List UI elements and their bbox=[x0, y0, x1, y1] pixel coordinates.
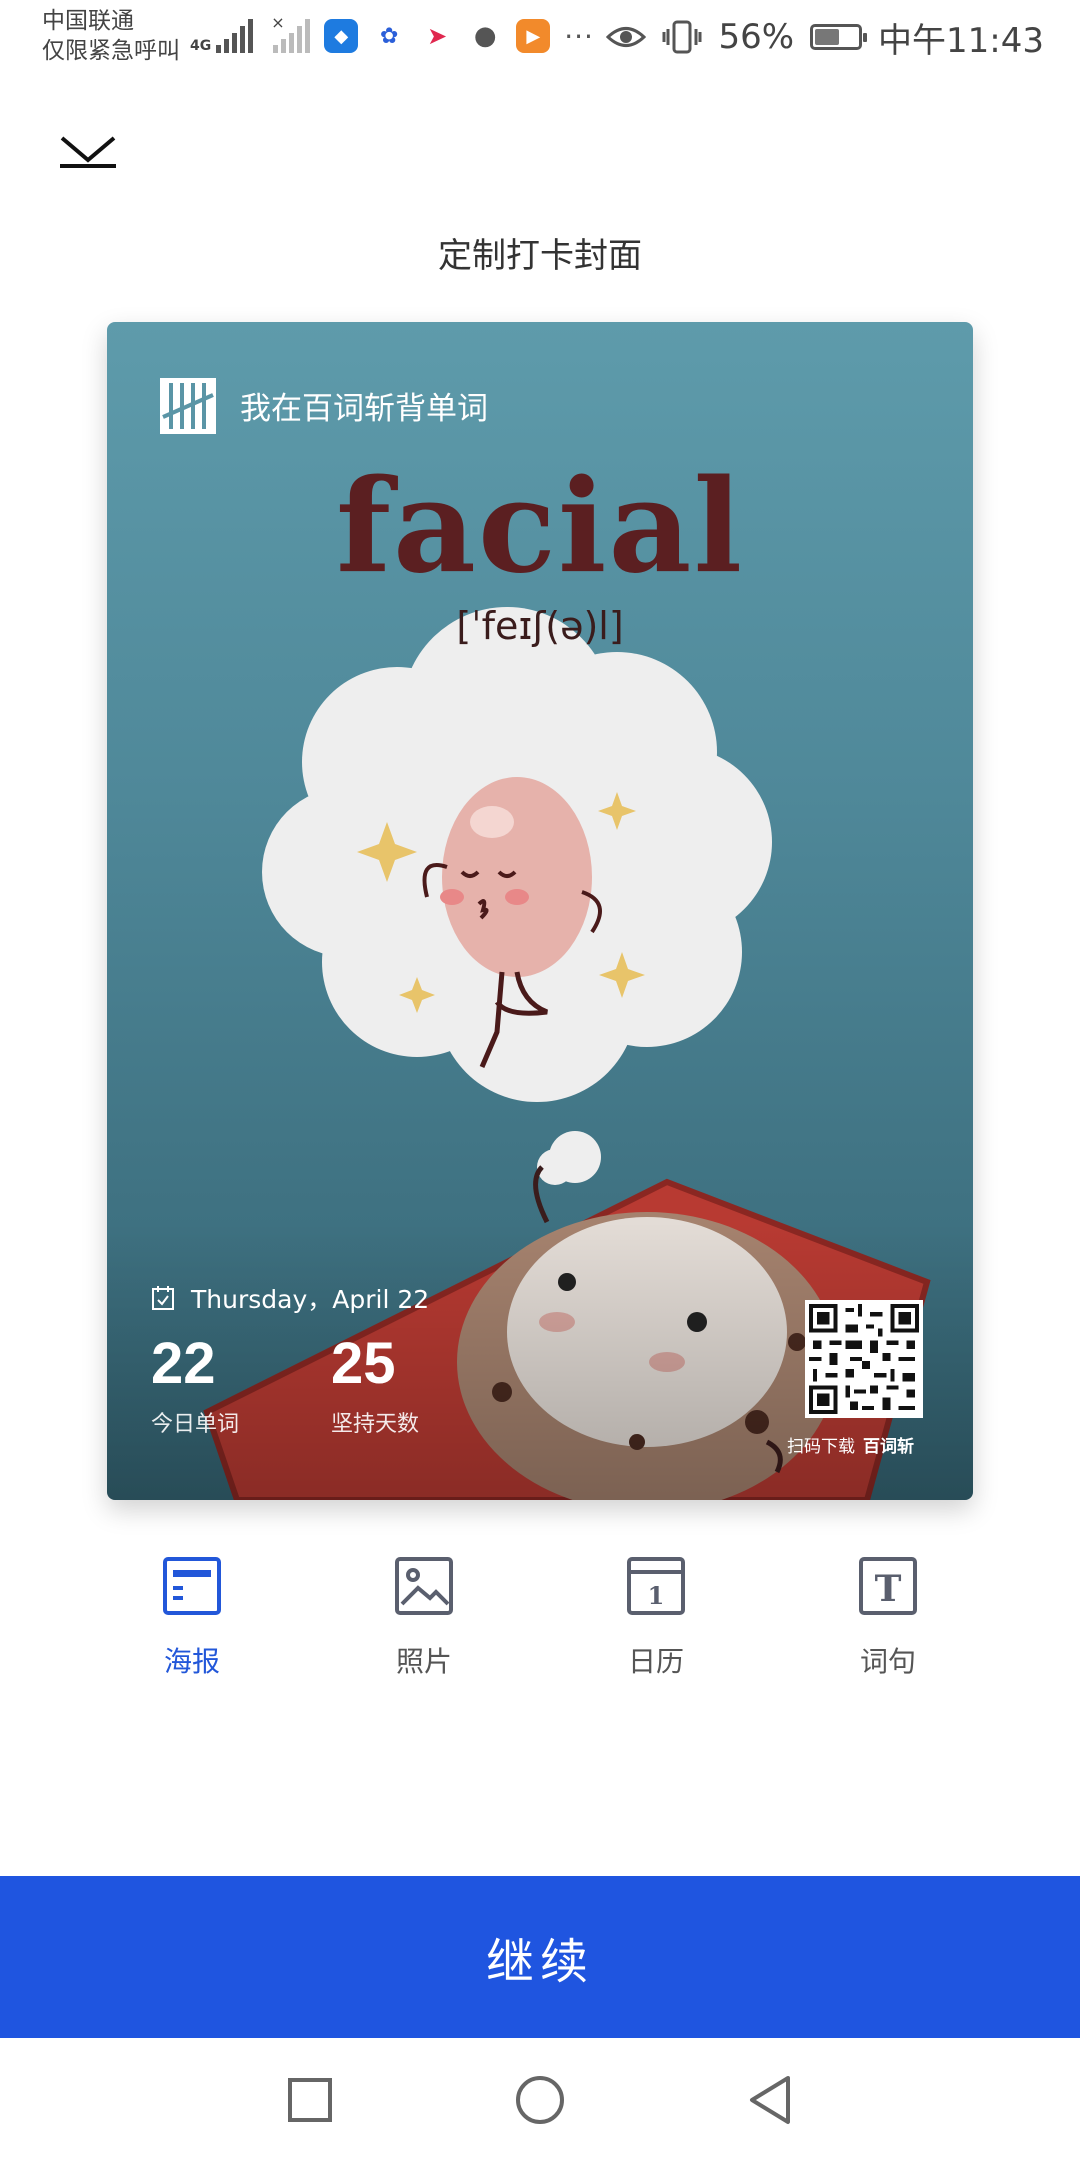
stat-label: 今日单词 bbox=[151, 1412, 240, 1437]
page-title: 定制打卡封面 bbox=[438, 236, 642, 276]
tab-photo[interactable]: 照片 bbox=[354, 1556, 494, 1680]
tab-label: 照片 bbox=[395, 1645, 452, 1678]
back-button[interactable] bbox=[742, 2072, 798, 2128]
qr-caption-text: 扫码下载 bbox=[787, 1437, 855, 1457]
tab-label: 词句 bbox=[859, 1645, 916, 1678]
wechat-icon: ● bbox=[468, 19, 503, 53]
poster-word: facial bbox=[335, 452, 745, 602]
cover-style-tabs: 海报 照片 1 日历 T 词句 bbox=[0, 1556, 1080, 1696]
stat-today-words: 22 今日单词 bbox=[151, 1332, 239, 1438]
poster-date-text: Thursday，April 22 bbox=[191, 1285, 430, 1314]
notification-icons: 4G × ◆ ✿ ➤ ● ▶ ··· bbox=[190, 13, 594, 58]
clock: 中午11:43 bbox=[878, 20, 1044, 61]
text-icon: T bbox=[859, 1557, 917, 1615]
svg-text:T: T bbox=[875, 1568, 902, 1610]
continue-button[interactable]: 继续 bbox=[0, 1876, 1080, 2038]
tab-poster[interactable]: 海报 bbox=[122, 1556, 262, 1680]
system-navigation-bar bbox=[0, 2038, 1080, 2160]
tab-calendar[interactable]: 1 日历 bbox=[586, 1556, 726, 1680]
signal-icon: 4G bbox=[190, 19, 254, 53]
video-app-icon: ➤ bbox=[420, 19, 455, 53]
close-button[interactable] bbox=[56, 124, 120, 178]
shield-app-icon: ◆ bbox=[324, 19, 359, 53]
more-notifications-icon: ··· bbox=[564, 19, 594, 53]
home-button[interactable] bbox=[512, 2072, 568, 2128]
poster-phonetic: [ˈfeɪʃ(ə)l] bbox=[456, 604, 624, 648]
stat-value: 25 bbox=[331, 1331, 396, 1396]
qr-code bbox=[805, 1300, 923, 1418]
poster-date: Thursday，April 22 bbox=[151, 1280, 429, 1316]
baidu-app-icon: ✿ bbox=[372, 19, 407, 53]
cover-poster-preview: 我在百词斩背单词 facial [ˈfeɪʃ(ə)l] Thursday，Apr… bbox=[107, 322, 973, 1500]
carrier-name: 中国联通 bbox=[42, 8, 134, 34]
calendar-icon: 1 bbox=[627, 1557, 685, 1615]
status-bar: 中国联通 仅限紧急呼叫 4G × ◆ ✿ ➤ ● ▶ ··· 56% 中午11:… bbox=[0, 0, 1080, 74]
signal-no-service-icon: × bbox=[271, 13, 311, 53]
stat-streak-days: 25 坚持天数 bbox=[331, 1332, 419, 1438]
svg-text:1: 1 bbox=[648, 1581, 665, 1610]
carrier-info: 中国联通 仅限紧急呼叫 bbox=[42, 6, 180, 66]
vibrate-icon bbox=[662, 20, 702, 54]
chevron-down-icon bbox=[60, 136, 116, 168]
qr-brand: 百词斩 bbox=[863, 1437, 914, 1457]
tab-label: 日历 bbox=[627, 1645, 684, 1678]
emergency-only-text: 仅限紧急呼叫 bbox=[42, 38, 180, 64]
image-icon bbox=[395, 1557, 453, 1615]
calendar-check-icon bbox=[152, 1286, 174, 1310]
tab-sentence[interactable]: T 词句 bbox=[818, 1556, 958, 1680]
poster-icon bbox=[163, 1557, 221, 1615]
baicizhan-logo-icon bbox=[160, 378, 216, 434]
recent-apps-button[interactable] bbox=[282, 2072, 338, 2128]
system-status: 56% 中午11:43 bbox=[606, 12, 1044, 62]
player-app-icon: ▶ bbox=[516, 19, 551, 53]
battery-percent: 56% bbox=[718, 17, 795, 57]
battery-icon bbox=[810, 24, 868, 50]
poster-app-text: 我在百词斩背单词 bbox=[240, 391, 488, 427]
stat-label: 坚持天数 bbox=[331, 1412, 420, 1437]
tab-label: 海报 bbox=[163, 1645, 220, 1678]
eye-comfort-icon bbox=[606, 27, 647, 47]
qr-caption: 扫码下载 百词斩 bbox=[787, 1432, 914, 1457]
stat-value: 22 bbox=[151, 1331, 216, 1396]
